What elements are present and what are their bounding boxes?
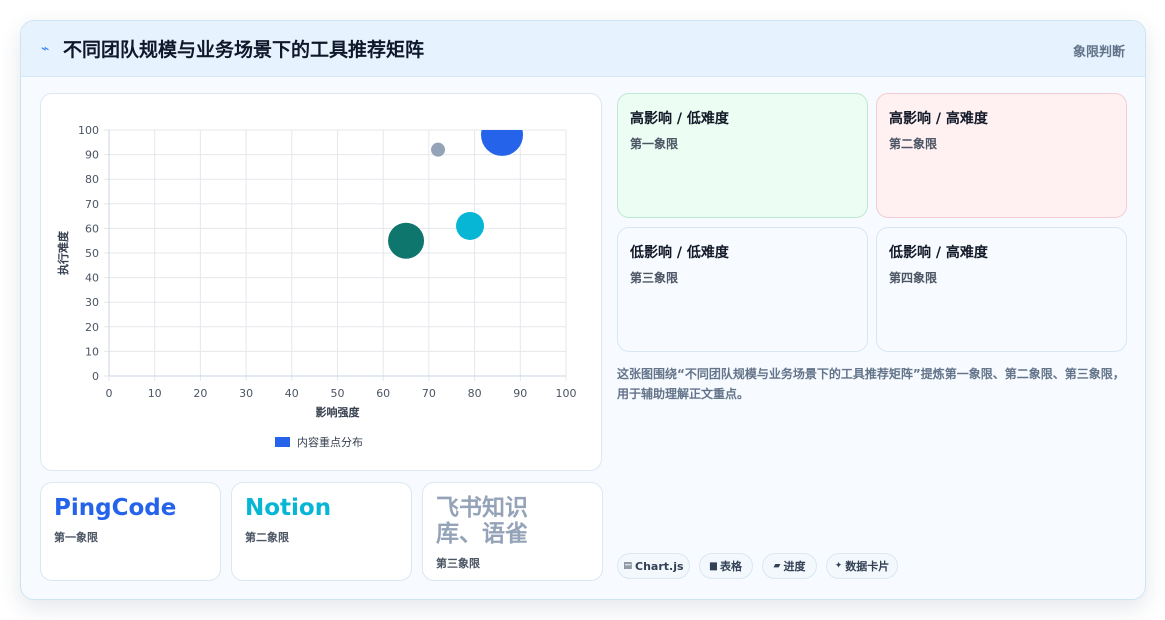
description-text: 这张图围绕“不同团队规模与业务场景下的工具推荐矩阵”提炼第一象限、第二象限、第三… — [617, 367, 1125, 401]
x-axis-label: 影响强度 — [316, 405, 361, 419]
data-point — [388, 222, 425, 259]
lightning-icon: ⌁ — [41, 41, 50, 57]
tool-sub: 第二象限 — [245, 531, 289, 544]
chip-progress[interactable]: ▰ 进度 — [762, 553, 817, 579]
quadrant-1: 高影响 / 低难度 第一象限 — [617, 93, 868, 218]
tool-name: Notion — [245, 495, 332, 521]
quadrant-title: 高影响 / 低难度 — [630, 111, 729, 127]
x-tick-label: 100 — [556, 387, 577, 400]
quadrant-4: 低影响 / 高难度 第四象限 — [876, 227, 1127, 352]
tool-card-pingcode: PingCode 第一象限 — [40, 482, 221, 581]
y-tick-label: 90 — [85, 149, 99, 162]
chip-data-card[interactable]: ✦ 数据卡片 — [826, 553, 898, 579]
data-point — [481, 130, 524, 156]
x-tick-label: 80 — [468, 387, 482, 400]
x-tick-label: 30 — [239, 387, 253, 400]
quadrant-3: 低影响 / 低难度 第三象限 — [617, 227, 868, 352]
x-tick-label: 60 — [376, 387, 390, 400]
chip-label: 数据卡片 — [845, 560, 890, 573]
x-tick-label: 0 — [106, 387, 113, 400]
y-tick-label: 60 — [85, 222, 99, 235]
tool-sub: 第一象限 — [54, 531, 98, 544]
x-tick-label: 10 — [148, 387, 162, 400]
chip-label: 进度 — [783, 560, 806, 573]
chip-label: 表格 — [719, 560, 742, 573]
tool-card-notion: Notion 第二象限 — [231, 482, 412, 581]
tool-name: 飞书知识库、语雀 — [436, 495, 528, 547]
tool-sub: 第三象限 — [436, 557, 480, 570]
tool-card-feishu: 飞书知识库、语雀 第三象限 — [422, 482, 603, 581]
quadrant-sub: 第一象限 — [630, 137, 679, 151]
quadrant-title: 低影响 / 低难度 — [630, 245, 729, 261]
y-tick-label: 50 — [85, 247, 99, 260]
progress-icon: ▰ — [773, 561, 781, 571]
quadrant-sub: 第三象限 — [630, 271, 679, 285]
quadrant-2: 高影响 / 高难度 第二象限 — [876, 93, 1127, 218]
y-axis-label: 执行难度 — [56, 230, 70, 275]
quadrant-title: 高影响 / 高难度 — [889, 111, 988, 127]
legend-label: 内容重点分布 — [297, 435, 363, 449]
table-icon: ▆ — [710, 561, 717, 571]
x-tick-label: 90 — [513, 387, 527, 400]
y-tick-label: 30 — [85, 296, 99, 309]
y-tick-label: 10 — [85, 345, 99, 358]
chart-panel: 0 10 20 30 40 50 60 70 80 90 100 0 10 20 30 40 50 60 70 80 9… — [40, 93, 602, 471]
sparkle-icon: ✦ — [834, 561, 843, 571]
legend-swatch — [275, 437, 290, 447]
x-tick-label: 20 — [193, 387, 207, 400]
page-title: 不同团队规模与业务场景下的工具推荐矩阵 — [63, 39, 425, 61]
card-header: ⌁ 不同团队规模与业务场景下的工具推荐矩阵 象限判断 — [21, 21, 1145, 77]
y-tick-label: 80 — [85, 173, 99, 186]
x-tick-label: 50 — [331, 387, 345, 400]
y-tick-label: 100 — [78, 124, 99, 137]
y-tick-label: 40 — [85, 272, 99, 285]
quadrant-sub: 第四象限 — [889, 271, 938, 285]
y-tick-label: 20 — [85, 321, 99, 334]
tool-name: PingCode — [54, 495, 177, 521]
x-tick-label: 70 — [422, 387, 436, 400]
quadrant-title: 低影响 / 高难度 — [889, 245, 988, 261]
y-tick-label: 70 — [85, 198, 99, 211]
matrix-card: ⌁ 不同团队规模与业务场景下的工具推荐矩阵 象限判断 0 10 20 30 40 50 60… — [20, 20, 1146, 600]
quadrant-sub: 第二象限 — [889, 137, 938, 151]
chart-icon: ▤ — [623, 561, 632, 571]
y-tick-label: 0 — [92, 370, 99, 383]
x-tick-label: 40 — [285, 387, 299, 400]
data-point — [431, 142, 446, 157]
chip-chartjs[interactable]: ▤ Chart.js — [617, 553, 690, 579]
bubble-chart[interactable]: 0 10 20 30 40 50 60 70 80 90 100 0 10 20 30 40 50 60 70 80 9… — [41, 94, 601, 470]
data-point — [456, 211, 485, 240]
chip-table[interactable]: ▆ 表格 — [699, 553, 753, 579]
header-tag: 象限判断 — [1072, 45, 1125, 60]
chip-label: Chart.js — [635, 559, 684, 573]
